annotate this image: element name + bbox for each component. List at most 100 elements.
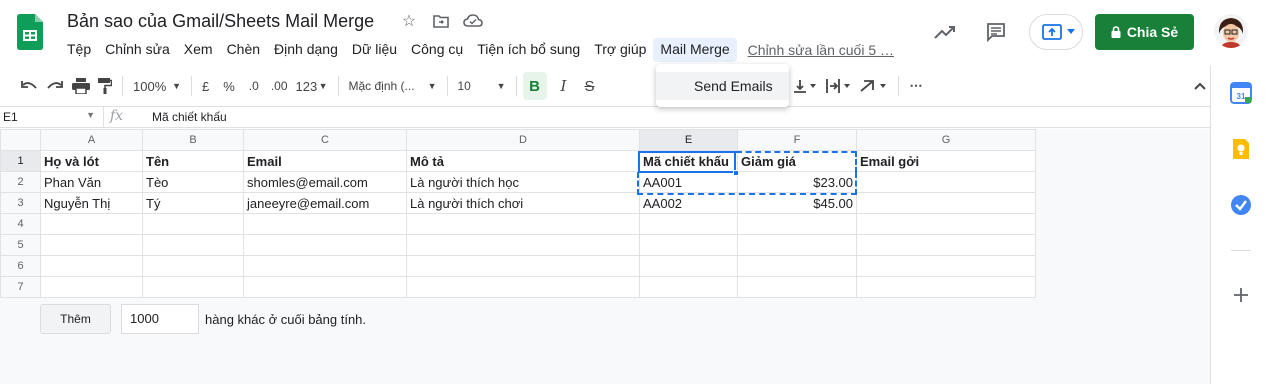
- calendar-icon[interactable]: 31: [1230, 82, 1252, 104]
- decrease-decimal-button[interactable]: .0: [245, 72, 263, 100]
- document-title[interactable]: Bản sao của Gmail/Sheets Mail Merge: [67, 11, 374, 32]
- cell[interactable]: [406, 234, 640, 256]
- cell[interactable]: [856, 255, 1036, 277]
- italic-button[interactable]: I: [551, 72, 577, 100]
- row-header[interactable]: 7: [0, 276, 41, 298]
- row-header[interactable]: 4: [0, 213, 41, 235]
- column-header-d[interactable]: D: [406, 129, 640, 151]
- column-header-b[interactable]: B: [142, 129, 244, 151]
- cell[interactable]: Là người thích học: [406, 171, 640, 193]
- redo-icon[interactable]: [42, 72, 68, 100]
- cell[interactable]: Email gởi: [856, 150, 1036, 172]
- avatar[interactable]: [1214, 14, 1248, 48]
- currency-format-button[interactable]: £: [198, 72, 213, 100]
- cell[interactable]: AA002: [639, 192, 738, 214]
- cell[interactable]: [856, 276, 1036, 298]
- text-rotation-icon[interactable]: [856, 72, 892, 100]
- cell[interactable]: Phan Văn: [40, 171, 143, 193]
- bold-button[interactable]: B: [522, 72, 547, 100]
- menu-data[interactable]: Dữ liệu: [345, 38, 404, 62]
- sheets-logo-icon[interactable]: [17, 14, 43, 50]
- cell[interactable]: [639, 255, 738, 277]
- print-icon[interactable]: [68, 72, 94, 100]
- row-header[interactable]: 1: [0, 150, 41, 172]
- trend-icon[interactable]: [934, 24, 956, 40]
- cell[interactable]: [856, 213, 1036, 235]
- cell[interactable]: [856, 171, 1036, 193]
- cell[interactable]: Mã chiết khấu: [639, 150, 738, 172]
- strikethrough-button[interactable]: S: [577, 72, 603, 100]
- name-box[interactable]: E1 ▼: [3, 110, 95, 124]
- keep-icon[interactable]: [1230, 138, 1252, 160]
- column-header-a[interactable]: A: [40, 129, 143, 151]
- cell[interactable]: [639, 234, 738, 256]
- cell[interactable]: [243, 255, 407, 277]
- menu-mail-merge[interactable]: Mail Merge: [653, 38, 737, 62]
- cell[interactable]: [737, 255, 857, 277]
- collapse-chevron-icon[interactable]: [1190, 72, 1210, 100]
- row-header[interactable]: 6: [0, 255, 41, 277]
- zoom-select[interactable]: 100% ▼: [129, 72, 185, 100]
- cell[interactable]: [737, 234, 857, 256]
- cell[interactable]: [406, 276, 640, 298]
- rows-count-input[interactable]: 1000: [121, 304, 199, 334]
- menu-addons[interactable]: Tiện ích bổ sung: [470, 38, 587, 62]
- share-button[interactable]: Chia Sẻ: [1095, 14, 1194, 50]
- move-icon[interactable]: [431, 12, 451, 32]
- paint-format-icon[interactable]: [94, 72, 116, 100]
- menu-edit[interactable]: Chỉnh sửa: [98, 38, 177, 62]
- cell[interactable]: [40, 213, 143, 235]
- row-header[interactable]: 3: [0, 192, 41, 214]
- column-header-f[interactable]: F: [737, 129, 857, 151]
- increase-decimal-button[interactable]: .00: [267, 72, 292, 100]
- font-select[interactable]: Mặc định (... ▼: [345, 72, 441, 100]
- add-rows-button[interactable]: Thêm: [40, 304, 111, 334]
- row-header[interactable]: 5: [0, 234, 41, 256]
- cell[interactable]: [142, 234, 244, 256]
- row-header[interactable]: 2: [0, 171, 41, 193]
- column-header-g[interactable]: G: [856, 129, 1036, 151]
- number-format-select[interactable]: 123 ▼: [292, 72, 332, 100]
- undo-icon[interactable]: [16, 72, 42, 100]
- cell[interactable]: janeeyre@email.com: [243, 192, 407, 214]
- cell[interactable]: [142, 255, 244, 277]
- menu-insert[interactable]: Chèn: [220, 38, 267, 62]
- cell[interactable]: [737, 213, 857, 235]
- select-all-corner[interactable]: [0, 129, 41, 151]
- menu-file[interactable]: Tệp: [60, 38, 98, 62]
- font-size-select[interactable]: 10 ▼: [454, 72, 510, 100]
- cell[interactable]: [406, 213, 640, 235]
- last-edit-link[interactable]: Chỉnh sửa lần cuối 5 …: [737, 42, 894, 58]
- cell[interactable]: [639, 213, 738, 235]
- cell[interactable]: shomles@email.com: [243, 171, 407, 193]
- percent-format-button[interactable]: %: [219, 72, 239, 100]
- cell[interactable]: Họ và lót: [40, 150, 143, 172]
- cell[interactable]: Mô tả: [406, 150, 640, 172]
- cell[interactable]: [737, 276, 857, 298]
- cell[interactable]: Tên: [142, 150, 244, 172]
- present-button[interactable]: [1029, 14, 1083, 50]
- formula-input[interactable]: Mã chiết khấu: [152, 110, 227, 124]
- cell[interactable]: AA001: [639, 171, 738, 193]
- cloud-icon[interactable]: [463, 12, 483, 32]
- cell[interactable]: [406, 255, 640, 277]
- menu-help[interactable]: Trợ giúp: [587, 38, 653, 62]
- star-icon[interactable]: ☆: [399, 12, 419, 32]
- more-icon[interactable]: ⋯: [905, 72, 929, 100]
- menu-item-send-emails[interactable]: Send Emails: [656, 72, 789, 100]
- cell[interactable]: [40, 234, 143, 256]
- cell[interactable]: $45.00: [737, 192, 857, 214]
- column-header-c[interactable]: C: [243, 129, 407, 151]
- cell[interactable]: Tý: [142, 192, 244, 214]
- text-wrap-icon[interactable]: [822, 72, 856, 100]
- cell[interactable]: Giảm giá: [737, 150, 857, 172]
- cell[interactable]: [243, 234, 407, 256]
- cell[interactable]: [639, 276, 738, 298]
- cell[interactable]: [142, 276, 244, 298]
- vertical-align-icon[interactable]: [790, 72, 822, 100]
- cell[interactable]: Tèo: [142, 171, 244, 193]
- cell[interactable]: [142, 213, 244, 235]
- tasks-icon[interactable]: [1230, 194, 1252, 216]
- plus-icon[interactable]: [1230, 284, 1252, 306]
- cell[interactable]: Là người thích chơi: [406, 192, 640, 214]
